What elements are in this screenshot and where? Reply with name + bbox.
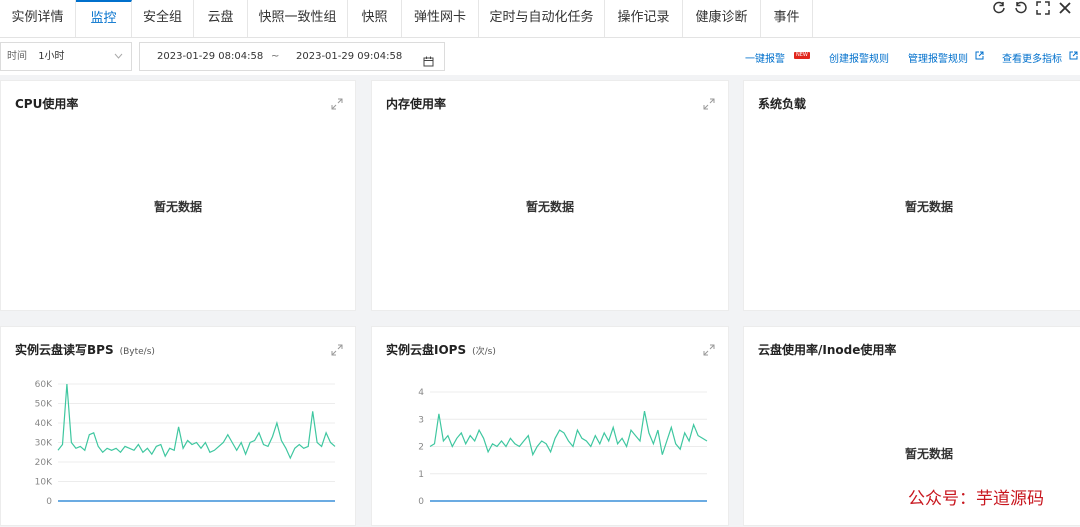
no-data-text: 暂无数据 [525, 200, 574, 214]
y-tick-label: 3 [418, 415, 424, 425]
card-title: 云盘使用率/Inode使用率 [758, 343, 897, 357]
y-tick-label: 0 [46, 497, 52, 507]
time-label: 时间 [7, 51, 27, 62]
tab-health-diagnosis[interactable]: 健康诊断 [683, 0, 761, 37]
tab-scheduled-tasks[interactable]: 定时与自动化任务 [479, 0, 605, 37]
disk-iops-card: 实例云盘IOPS (次/s) 01234 [371, 326, 729, 526]
memory-usage-card: 内存使用率 暂无数据 [371, 80, 729, 311]
range-end: 2023-01-29 09:04:58 [296, 51, 403, 62]
tab-monitoring[interactable]: 监控 [76, 0, 132, 37]
tab-instance-details[interactable]: 实例详情 [0, 0, 76, 37]
time-value: 1小时 [38, 51, 65, 62]
y-tick-label: 4 [418, 388, 424, 398]
y-tick-label: 2 [418, 443, 424, 453]
chevron-down-icon [114, 43, 123, 82]
disk-bps-card: 实例云盘读写BPS (Byte/s) 0 10K 20K 30K 40K 50K 60K [0, 326, 356, 526]
system-load-card: 系统负载 暂无数据 [743, 80, 1080, 311]
tab-security-group[interactable]: 安全组 [132, 0, 194, 37]
refresh-alt-icon[interactable] [1014, 0, 1028, 14]
cpu-usage-card: CPU使用率 暂无数据 [0, 80, 356, 311]
expand-icon[interactable] [331, 95, 343, 110]
card-title: 系统负载 [758, 97, 807, 111]
y-tick-label: 0 [418, 497, 424, 507]
y-tick-label: 50K [35, 400, 53, 410]
card-title: 内存使用率 [386, 97, 447, 111]
tab-cloud-disk[interactable]: 云盘 [194, 0, 248, 37]
y-tick-label: 1 [418, 470, 424, 480]
calendar-icon [423, 51, 434, 67]
range-start: 2023-01-29 08:04:58 [157, 51, 264, 62]
no-data-text: 暂无数据 [904, 447, 953, 461]
expand-icon[interactable] [703, 95, 715, 110]
series-line-0 [429, 410, 708, 457]
tab-operation-log[interactable]: 操作记录 [605, 0, 683, 37]
close-icon[interactable] [1058, 0, 1072, 14]
create-alert-rule-link[interactable]: 创建报警规则 [829, 50, 889, 65]
external-link-icon [975, 51, 984, 60]
time-period-select[interactable]: 时间 1小时 [0, 42, 132, 71]
tab-events[interactable]: 事件 [761, 0, 813, 37]
tab-snapshot[interactable]: 快照 [348, 0, 402, 37]
no-data-text: 暂无数据 [153, 200, 202, 214]
y-tick-label: 20K [35, 458, 53, 468]
fullscreen-icon[interactable] [1036, 0, 1050, 15]
refresh-icon[interactable] [992, 0, 1006, 14]
disk-bps-chart: 0 10K 20K 30K 40K 50K 60K [35, 380, 336, 507]
series-line-0 [57, 383, 336, 460]
new-badge: NEW [794, 52, 810, 59]
tab-bar: 实例详情 监控 安全组 云盘 快照一致性组 快照 弹性网卡 定时与自动化任务 操… [0, 0, 1080, 38]
watermark: 公众号：芋道源码 [908, 489, 1044, 509]
no-data-text: 暂无数据 [904, 200, 953, 214]
more-metrics-link[interactable]: 查看更多指标 [1002, 50, 1062, 65]
range-separator: ~ [271, 51, 280, 62]
external-link-icon [1069, 51, 1078, 60]
y-tick-label: 40K [35, 419, 53, 429]
tab-eni[interactable]: 弹性网卡 [402, 0, 479, 37]
y-tick-label: 30K [35, 439, 53, 449]
one-click-alert-link[interactable]: 一键报警 [745, 50, 785, 65]
y-tick-label: 60K [35, 380, 53, 390]
date-range-picker[interactable]: 2023-01-29 08:04:58 ~ 2023-01-29 09:04:5… [139, 42, 445, 71]
card-title: CPU使用率 [15, 97, 79, 111]
toolbar: 时间 1小时 2023-01-29 08:04:58 ~ 2023-01-29 … [0, 38, 1080, 75]
disk-iops-chart: 0 1 2 3 4 [418, 388, 708, 507]
manage-alert-rule-link[interactable]: 管理报警规则 [908, 50, 968, 65]
tab-snapshot-group[interactable]: 快照一致性组 [248, 0, 348, 37]
y-tick-label: 10K [35, 478, 53, 488]
